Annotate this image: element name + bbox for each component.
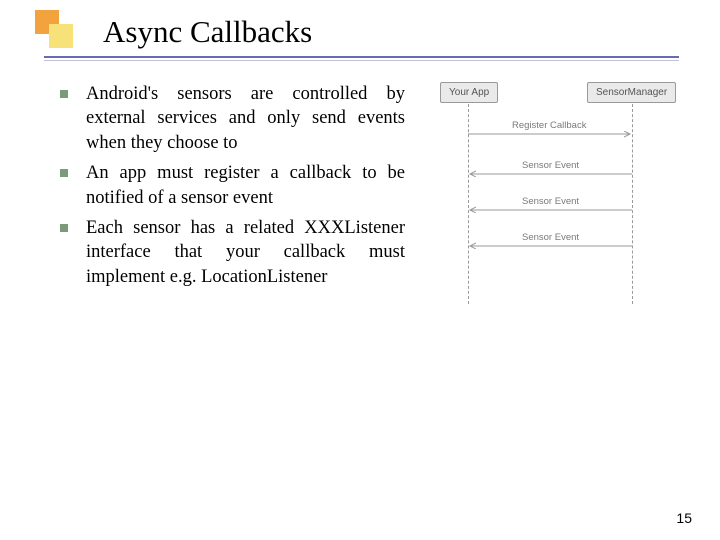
square-bullet-icon [60,169,68,177]
bullet-text: Android's sensors are controlled by exte… [86,82,405,155]
message-label: Sensor Event [522,160,579,171]
title-underline [44,56,679,61]
list-item: Each sensor has a related XXXListener in… [60,216,405,289]
sequence-diagram: Your App SensorManager Register Callback… [432,82,692,312]
square-bullet-icon [60,90,68,98]
bullet-text: Each sensor has a related XXXListener in… [86,216,405,289]
slide-title: Async Callbacks [103,14,312,50]
message-label: Register Callback [512,120,586,131]
square-bullet-icon [60,224,68,232]
list-item: Android's sensors are controlled by exte… [60,82,405,155]
message-label: Sensor Event [522,232,579,243]
message-label: Sensor Event [522,196,579,207]
bullet-list: Android's sensors are controlled by exte… [60,82,405,295]
page-number: 15 [676,510,692,526]
deco-square-yellow [49,24,73,48]
list-item: An app must register a callback to be no… [60,161,405,210]
bullet-text: An app must register a callback to be no… [86,161,405,210]
